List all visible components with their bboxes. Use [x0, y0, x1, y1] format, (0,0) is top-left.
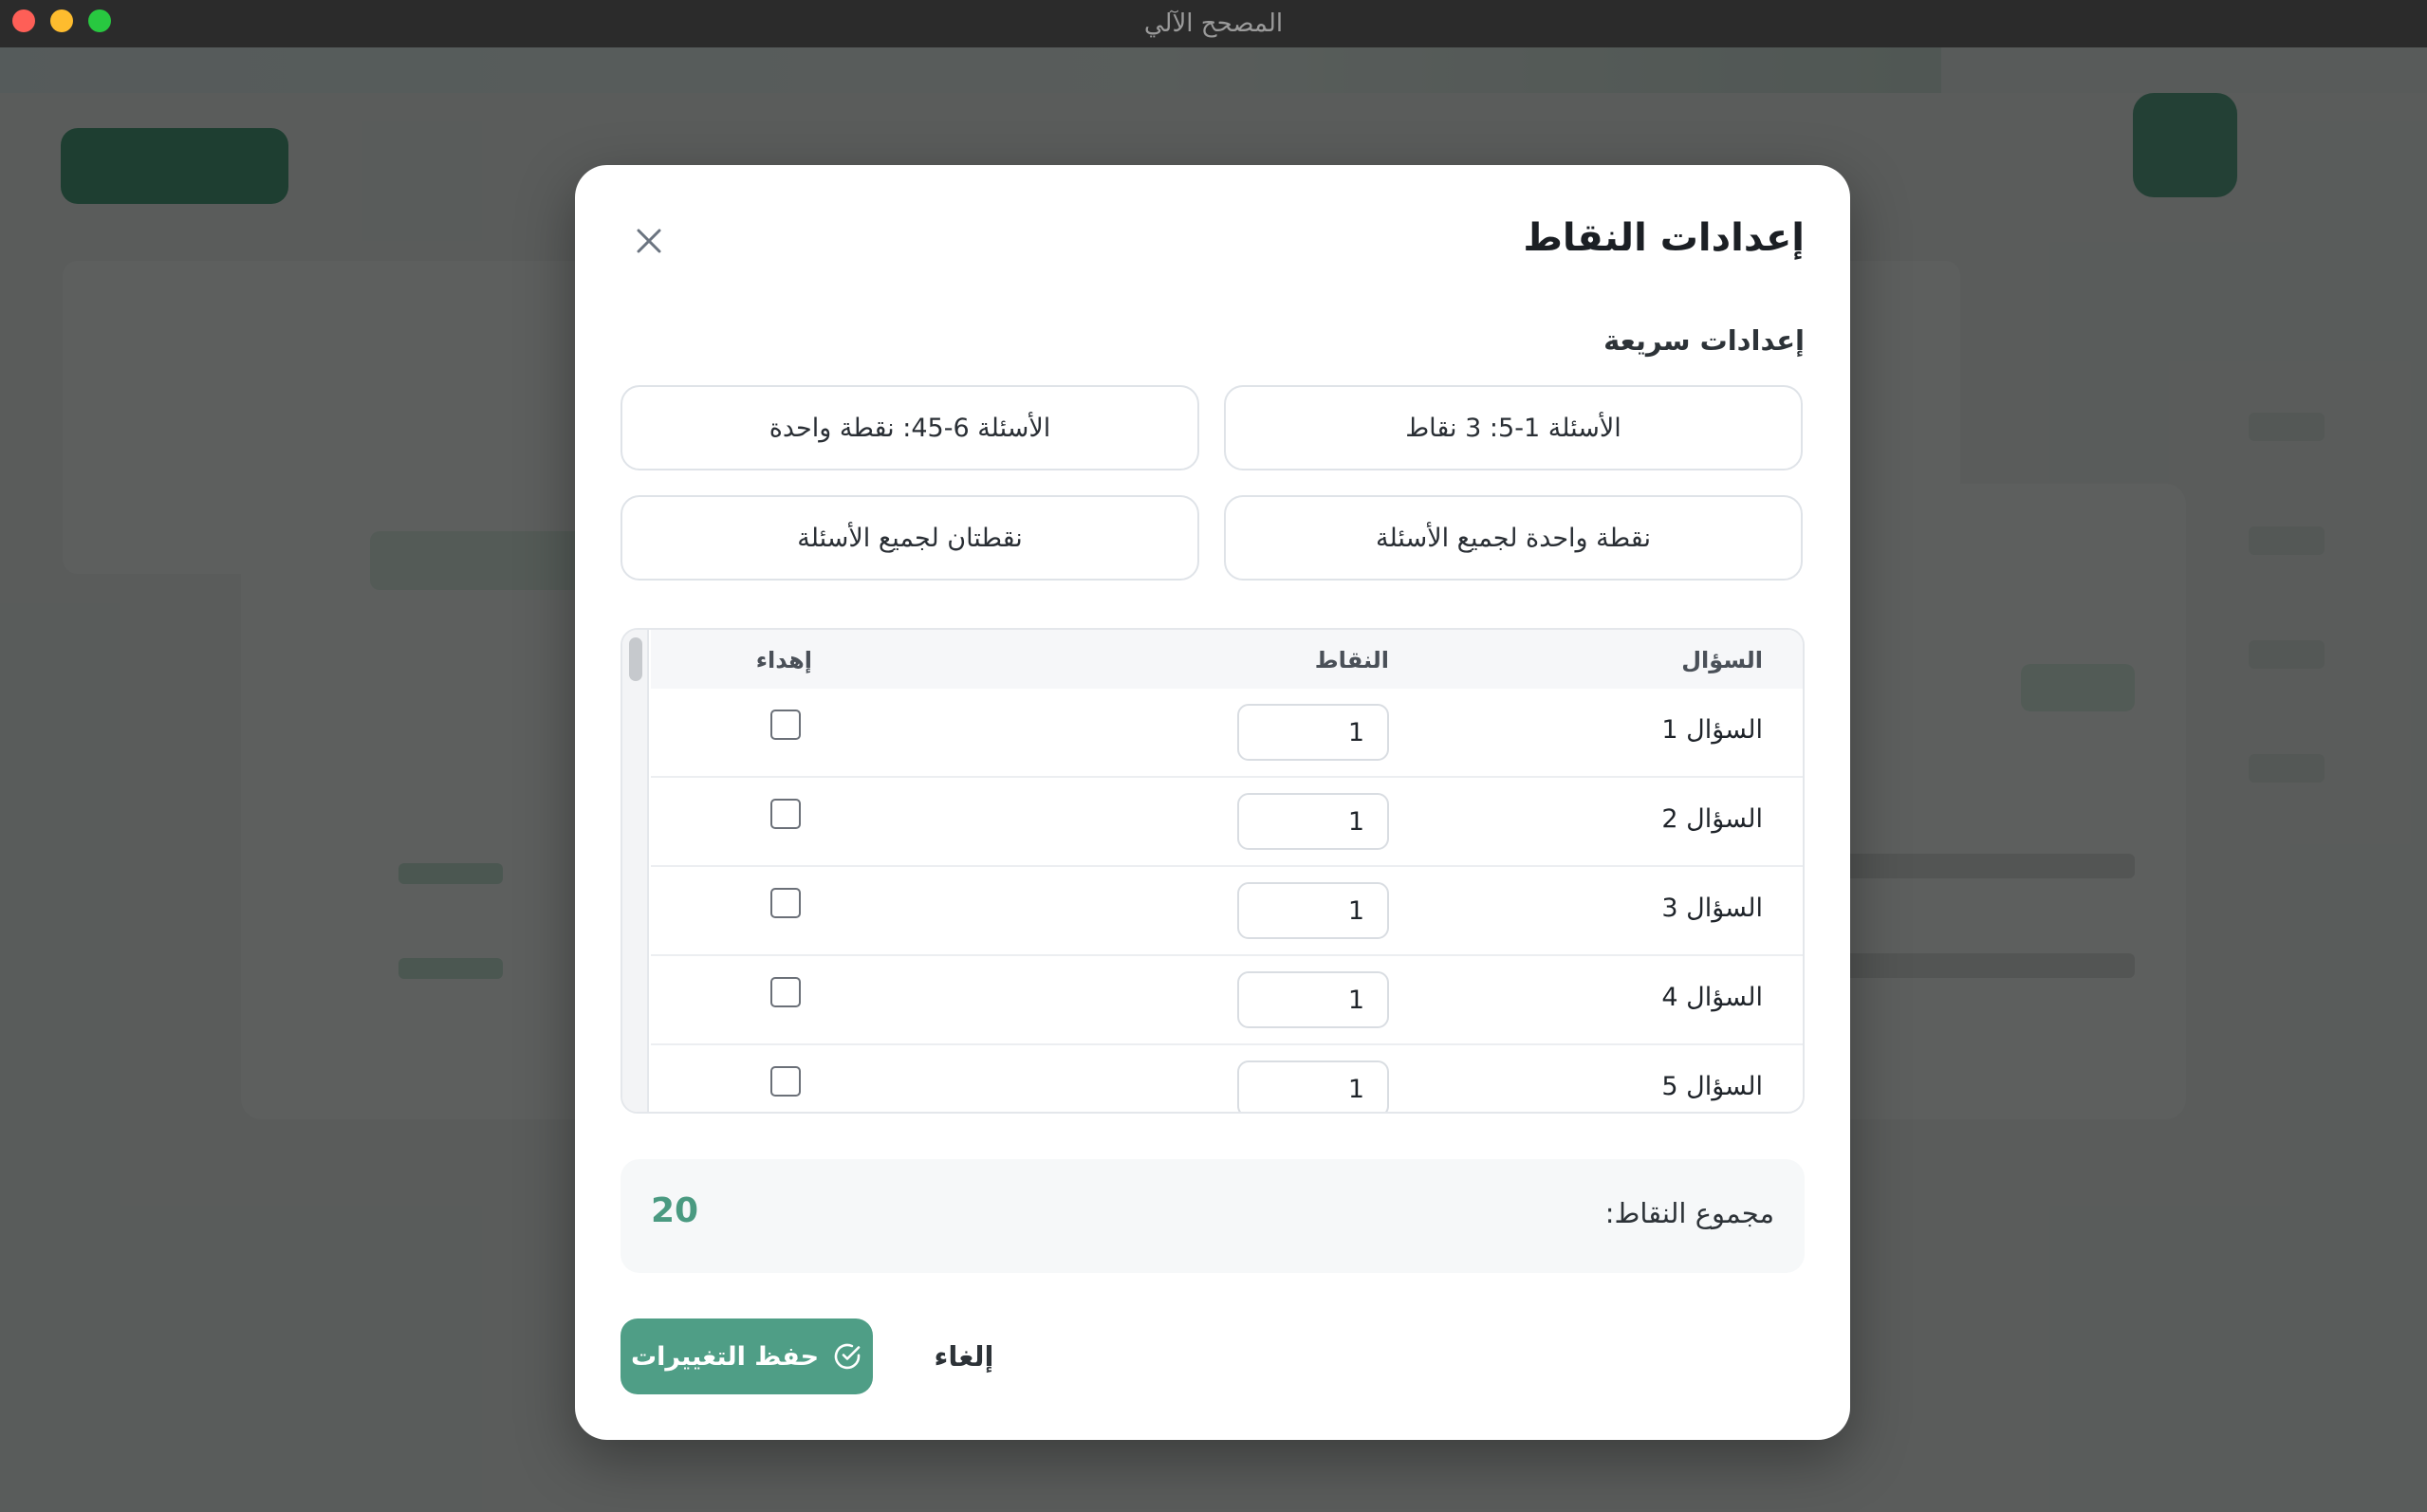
points-input[interactable]	[1237, 793, 1389, 850]
question-label: السؤال 4	[1661, 983, 1763, 1012]
close-window-button[interactable]	[12, 9, 35, 32]
gift-checkbox[interactable]	[770, 977, 801, 1007]
save-changes-button[interactable]: حفظ التغييرات	[621, 1318, 873, 1394]
window-titlebar: المصحح الآلي	[0, 0, 2427, 47]
header-gift: إهداء	[755, 647, 812, 673]
scrollbar-thumb[interactable]	[629, 637, 642, 681]
quick-option-all-two-points[interactable]: نقطتان لجميع الأسئلة	[621, 495, 1199, 581]
table-row: السؤال 2	[651, 778, 1803, 867]
header-points: النقاط	[1314, 647, 1389, 673]
gift-checkbox[interactable]	[770, 710, 801, 740]
total-points-label: مجموع النقاط:	[1604, 1197, 1774, 1229]
points-input[interactable]	[1237, 1060, 1389, 1112]
table-row: السؤال 4	[651, 956, 1803, 1045]
gift-checkbox[interactable]	[770, 799, 801, 829]
save-changes-label: حفظ التغييرات	[630, 1341, 820, 1372]
maximize-window-button[interactable]	[88, 9, 111, 32]
points-input[interactable]	[1237, 882, 1389, 939]
gift-checkbox[interactable]	[770, 888, 801, 918]
quick-option-q6-45-one-point[interactable]: الأسئلة 6-45: نقطة واحدة	[621, 385, 1199, 470]
gift-checkbox[interactable]	[770, 1066, 801, 1097]
question-label: السؤال 5	[1661, 1072, 1763, 1101]
table-row: السؤال 5	[651, 1045, 1803, 1112]
cancel-button[interactable]: إلغاء	[907, 1318, 1021, 1394]
check-circle-icon	[834, 1343, 861, 1370]
points-input[interactable]	[1237, 704, 1389, 761]
dialog-title: إعدادات النقاط	[1523, 216, 1805, 260]
quick-option-all-one-point[interactable]: نقطة واحدة لجميع الأسئلة	[1224, 495, 1803, 581]
close-icon	[637, 229, 661, 253]
points-input[interactable]	[1237, 971, 1389, 1028]
window-title: المصحح الآلي	[1143, 9, 1284, 38]
close-dialog-button[interactable]	[632, 224, 666, 258]
total-points-value: 20	[651, 1191, 699, 1230]
table-header: السؤال النقاط إهداء	[651, 630, 1803, 689]
table-row: السؤال 3	[651, 867, 1803, 956]
table-row: السؤال 1	[651, 689, 1803, 778]
quick-option-q1-5-three-points[interactable]: الأسئلة 1-5: 3 نقاط	[1224, 385, 1803, 470]
header-question: السؤال	[1681, 647, 1763, 673]
points-settings-dialog: إعدادات النقاط إعدادات سريعة الأسئلة 1-5…	[575, 165, 1850, 1440]
question-label: السؤال 1	[1661, 715, 1763, 745]
points-table: السؤال النقاط إهداء السؤال 1 السؤال 2 ال…	[621, 628, 1805, 1114]
table-scrollbar[interactable]	[622, 630, 649, 1112]
question-label: السؤال 3	[1661, 894, 1763, 923]
total-points-box: مجموع النقاط: 20	[621, 1159, 1805, 1273]
minimize-window-button[interactable]	[50, 9, 73, 32]
quick-settings-label: إعدادات سريعة	[1603, 324, 1805, 357]
question-label: السؤال 2	[1661, 804, 1763, 834]
